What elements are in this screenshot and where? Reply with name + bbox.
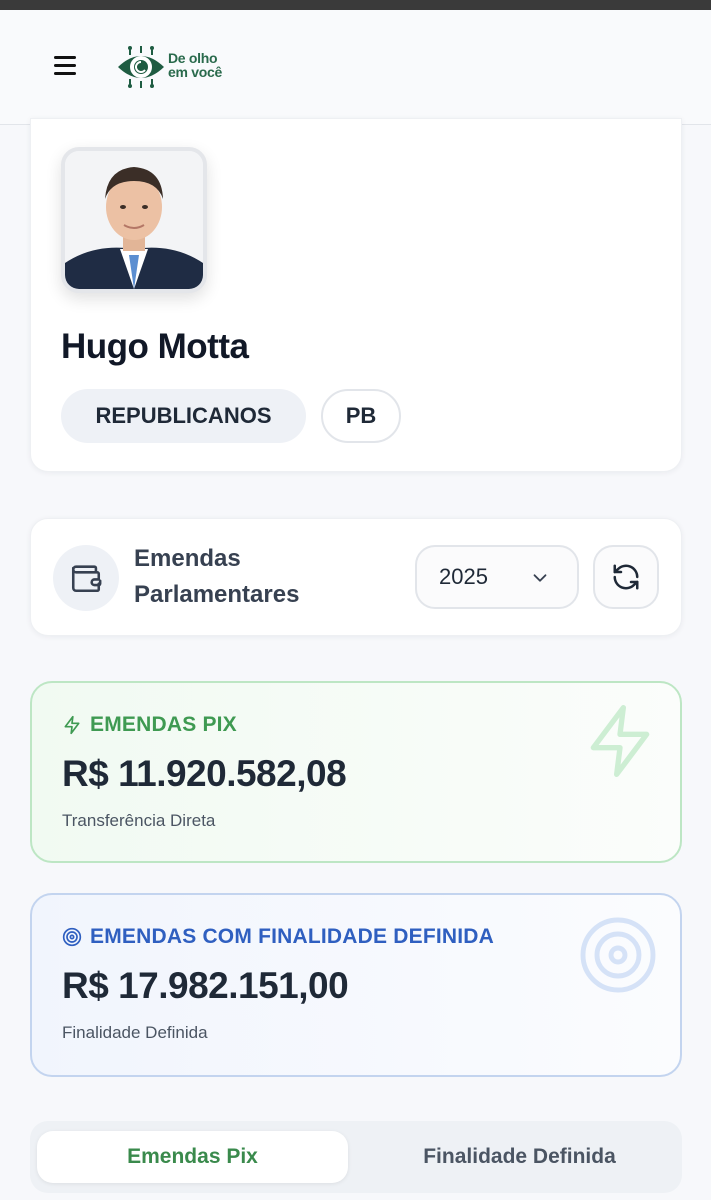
- emendas-pix-label: EMENDAS PIX: [62, 713, 237, 737]
- emendas-finalidade-value: R$ 17.982.151,00: [62, 965, 349, 1006]
- logo-line-2: em você: [168, 64, 222, 80]
- emendas-pix-label-text: EMENDAS PIX: [90, 713, 237, 736]
- browser-top-strip: [0, 0, 711, 10]
- lightning-bg-icon: [590, 705, 650, 777]
- emendas-finalidade-label: EMENDAS COM FINALIDADE DEFINIDA: [62, 925, 494, 949]
- emendas-tabs: Emendas Pix Finalidade Definida: [30, 1121, 682, 1193]
- emendas-finalidade-label-text: EMENDAS COM FINALIDADE DEFINIDA: [90, 925, 495, 948]
- emendas-finalidade-subtitle: Finalidade Definida: [62, 1023, 208, 1042]
- refresh-button[interactable]: [593, 545, 659, 609]
- tab-emendas-pix[interactable]: Emendas Pix: [37, 1131, 348, 1183]
- emendas-title-line-2: Parlamentares: [134, 581, 300, 608]
- year-value: 2025: [439, 564, 488, 589]
- logo-line-1: De olho: [168, 50, 218, 66]
- wallet-icon-wrap: [53, 545, 119, 611]
- wallet-icon: [71, 565, 102, 593]
- refresh-icon: [613, 564, 639, 590]
- emendas-title-line-1: Emendas: [134, 545, 241, 572]
- emendas-header-card: Emendas Parlamentares 2025: [30, 518, 682, 636]
- emendas-title: Emendas Parlamentares: [134, 541, 354, 613]
- portrait-image: [65, 151, 203, 289]
- tab-finalidade-definida[interactable]: Finalidade Definida: [364, 1131, 675, 1183]
- app-logo[interactable]: De olho em você: [116, 43, 256, 91]
- eye-logo-icon: [118, 46, 164, 88]
- target-bg-icon: [580, 917, 656, 993]
- menu-icon[interactable]: [52, 56, 78, 78]
- emendas-pix-subtitle: Transferência Direta: [62, 811, 216, 830]
- emendas-finalidade-card[interactable]: EMENDAS COM FINALIDADE DEFINIDA R$ 17.98…: [30, 893, 682, 1077]
- politician-name: Hugo Motta: [61, 327, 249, 366]
- state-badge: PB: [321, 389, 401, 443]
- profile-card: Hugo Motta REPUBLICANOS PB: [30, 118, 682, 472]
- target-icon: [62, 927, 82, 947]
- party-badge: REPUBLICANOS: [61, 389, 306, 443]
- logo-text: De olho em você: [168, 51, 222, 79]
- app-header: De olho em você: [0, 10, 711, 125]
- lightning-icon: [64, 715, 80, 735]
- avatar: [61, 147, 207, 293]
- emendas-pix-value: R$ 11.920.582,08: [62, 753, 347, 794]
- emendas-pix-card[interactable]: EMENDAS PIX R$ 11.920.582,08 Transferênc…: [30, 681, 682, 863]
- chevron-down-icon: [533, 574, 547, 582]
- year-select[interactable]: 2025: [415, 545, 579, 609]
